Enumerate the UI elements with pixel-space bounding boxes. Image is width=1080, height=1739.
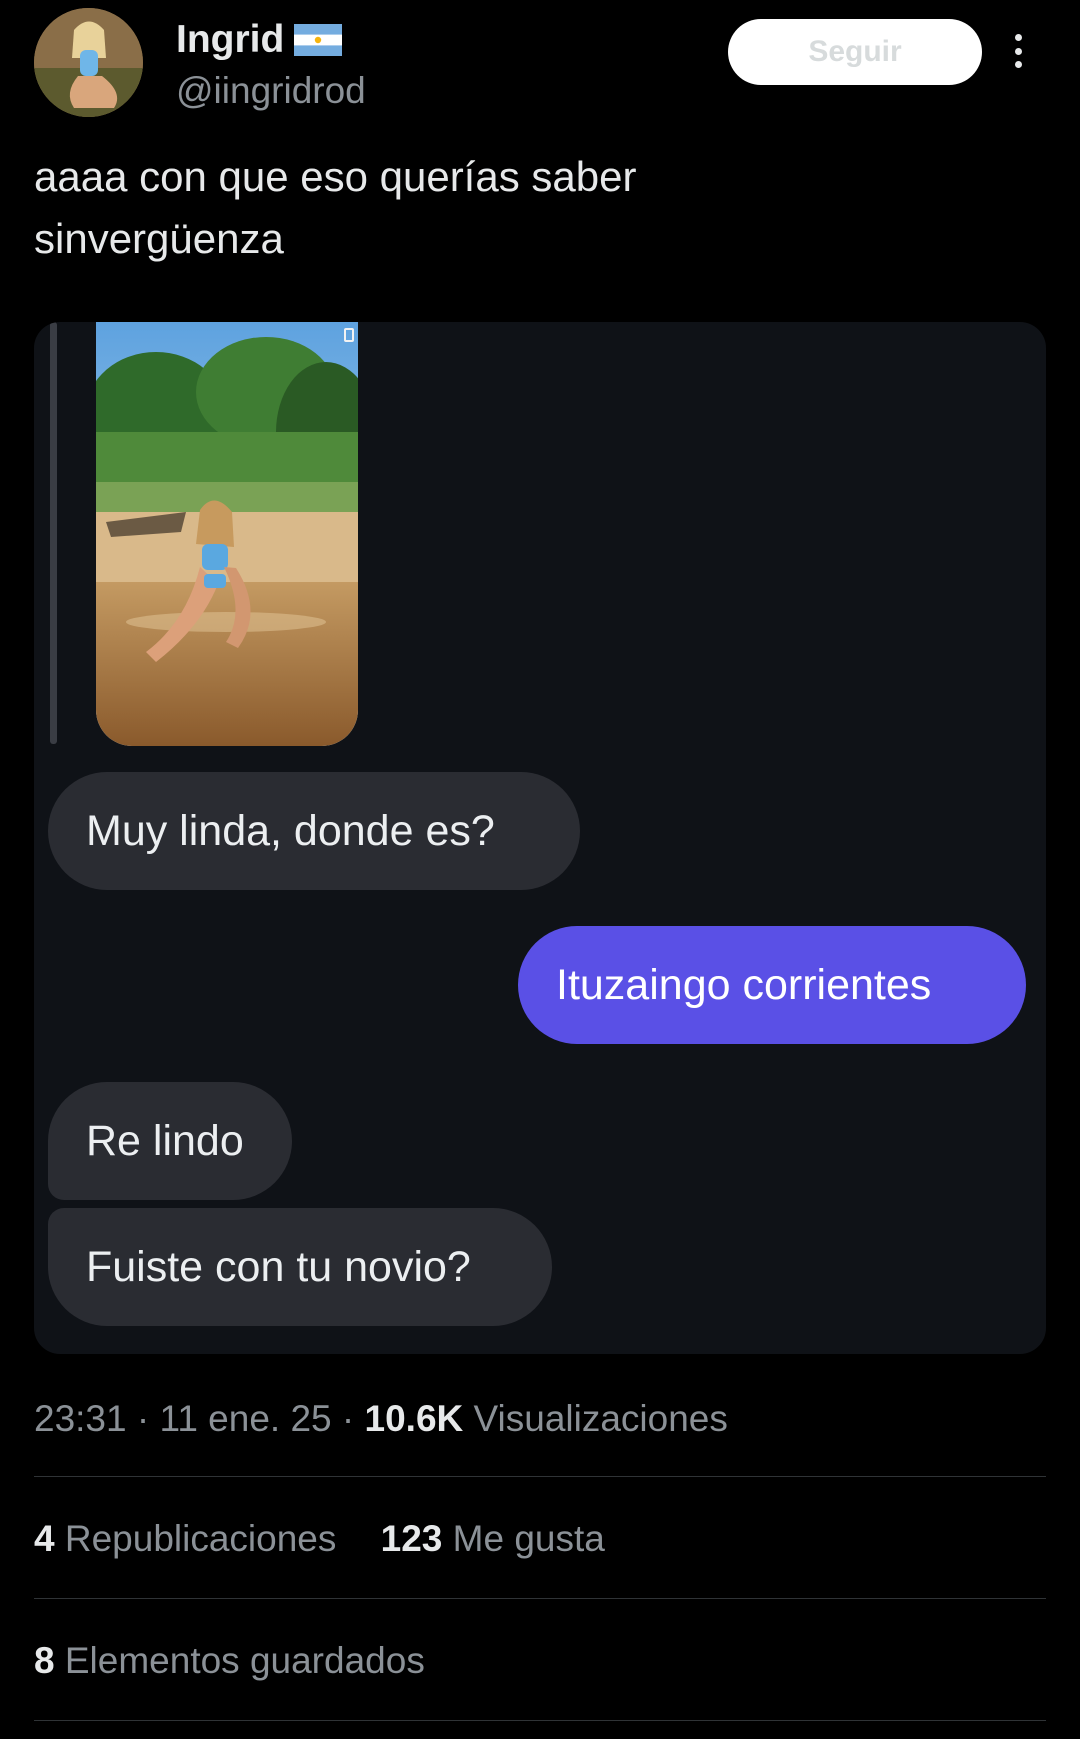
bookmarks-count: 8 [34, 1640, 55, 1681]
reposts-label: Republicaciones [64, 1518, 337, 1559]
user-handle[interactable]: @iingridrod [176, 70, 366, 112]
likes-count: 123 [380, 1518, 443, 1559]
message-bubble-incoming: Fuiste con tu novio? [48, 1208, 552, 1326]
meta-separator: · [341, 1398, 355, 1439]
dot [1014, 47, 1022, 55]
beach-photo-image [96, 322, 358, 746]
likes-stat[interactable]: 123 Me gusta [381, 1518, 605, 1560]
follow-button[interactable]: Seguir [728, 19, 982, 85]
message-bubble-outgoing: Ituzaingo corrientes [518, 926, 1026, 1044]
display-name[interactable]: Ingrid [176, 18, 284, 62]
bookmarks-label: Elementos guardados [64, 1640, 425, 1681]
argentina-flag-icon [294, 24, 343, 56]
divider [34, 1598, 1046, 1599]
engagement-stats: 4 Republicaciones 123 Me gusta [34, 1518, 639, 1560]
tweet-time[interactable]: 23:31 [34, 1398, 127, 1439]
tweet-header: Ingrid @iingridrod Seguir [34, 8, 1050, 120]
views-count: 10.6K [364, 1398, 464, 1439]
copy-icon [344, 328, 354, 342]
avatar[interactable] [34, 8, 143, 117]
avatar-photo-icon [34, 8, 143, 117]
tweet-text-line: sinvergüenza [34, 215, 284, 262]
divider [34, 1720, 1046, 1721]
reposts-stat[interactable]: 4 Republicaciones [34, 1518, 336, 1560]
tweet-meta: 23:31 · 11 ene. 25 · 10.6K Visualizacion… [34, 1398, 728, 1440]
tweet-text: aaaa con que eso querías saber sinvergüe… [34, 146, 1044, 270]
name-row: Ingrid [176, 18, 343, 62]
message-bubble-incoming: Re lindo [48, 1082, 292, 1200]
meta-separator: · [136, 1398, 150, 1439]
dot [1014, 61, 1022, 68]
dot [1014, 34, 1022, 41]
reposts-count: 4 [34, 1518, 55, 1559]
beach-scene-illustration [96, 322, 358, 746]
tweet-date[interactable]: 11 ene. 25 [159, 1398, 331, 1439]
reply-quote-bar [50, 322, 57, 744]
likes-label: Me gusta [452, 1518, 605, 1559]
vertical-ellipsis-icon[interactable] [1006, 28, 1030, 74]
views-label: Visualizaciones [473, 1398, 728, 1439]
divider [34, 1476, 1046, 1477]
message-bubble-incoming: Muy linda, donde es? [48, 772, 580, 890]
tweet-text-line: aaaa con que eso querías saber [34, 153, 637, 200]
bookmarks-stat[interactable]: 8 Elementos guardados [34, 1640, 425, 1682]
chat-screenshot-media[interactable]: Muy linda, donde es? Ituzaingo corriente… [34, 322, 1046, 1354]
